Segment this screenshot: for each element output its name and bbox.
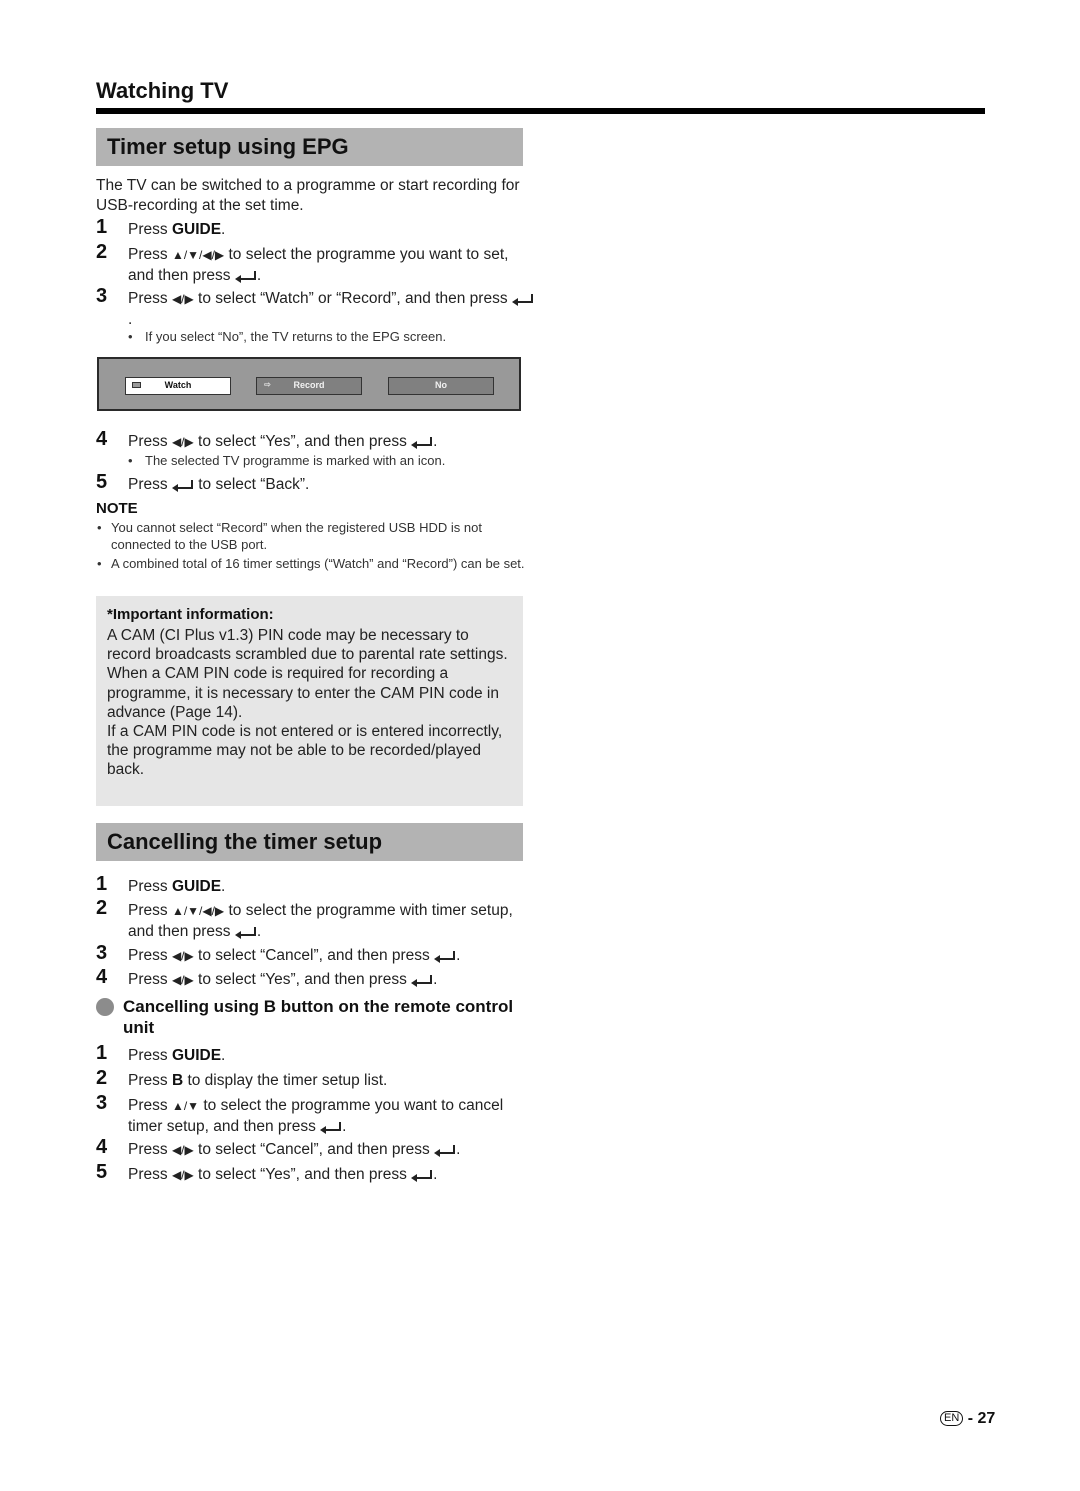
section-title: Cancelling the timer setup	[107, 829, 383, 854]
enter-key-icon	[511, 294, 534, 306]
button-name: GUIDE	[171, 221, 222, 238]
step-text: Press ▲/▼/◀/▶ to select the programme wi…	[128, 902, 513, 940]
arrow-keys-icon: ▲/▼/◀/▶	[171, 248, 225, 262]
enter-key-icon	[411, 437, 433, 449]
enter-key-icon	[234, 926, 257, 939]
step-number: 5	[96, 471, 108, 493]
arrow-keys-icon: ◀/▶	[171, 435, 194, 449]
no-label: No	[435, 380, 447, 390]
step-text: Press GUIDE.	[128, 221, 226, 238]
epg-timer-dialog: Watch ⇨ Record No	[97, 357, 521, 411]
step-number: 4	[96, 966, 108, 988]
enter-key-icon	[234, 270, 257, 283]
watch-button[interactable]: Watch	[125, 377, 231, 395]
step-text: Press ◀/▶ to select “Cancel”, and then p…	[128, 947, 461, 964]
step-number: 1	[96, 216, 108, 238]
page-footer: EN - 27	[940, 1410, 995, 1428]
step-number: 2	[96, 897, 108, 919]
step-text: Press B to display the timer setup list.	[128, 1072, 388, 1089]
step-text: Press to select “Back”.	[128, 476, 310, 493]
button-name: GUIDE	[171, 878, 222, 895]
step-number: 1	[96, 1042, 108, 1064]
step-number: 4	[96, 1136, 108, 1158]
record-label: Record	[293, 380, 325, 390]
step-number: 5	[96, 1161, 108, 1183]
arrow-keys-icon: ▲/▼	[171, 1099, 200, 1113]
arrow-keys-icon: ◀/▶	[171, 1168, 194, 1182]
step-number: 2	[96, 1067, 108, 1089]
chapter-title: Watching TV	[96, 78, 229, 103]
enter-key-icon	[411, 975, 433, 987]
enter-key-icon	[411, 1170, 433, 1182]
step-number: 3	[96, 285, 108, 307]
button-name: GUIDE	[171, 1047, 222, 1064]
record-button[interactable]: ⇨ Record	[256, 377, 362, 395]
step-text: Press GUIDE.	[128, 1047, 226, 1064]
button-name: B	[171, 1072, 184, 1089]
arrow-keys-icon: ◀/▶	[171, 949, 194, 963]
important-info-box: *Important information: A CAM (CI Plus v…	[96, 596, 523, 806]
enter-key-icon	[434, 951, 456, 963]
chapter-rule	[96, 108, 985, 114]
watch-label: Watch	[164, 380, 192, 390]
record-icon: ⇨	[264, 380, 271, 389]
important-info-body: A CAM (CI Plus v1.3) PIN code may be nec…	[107, 627, 508, 779]
note-heading: NOTE	[96, 500, 138, 517]
step-number: 1	[96, 873, 108, 895]
section-header-cancel-timer: Cancelling the timer setup	[96, 823, 523, 861]
section-header-timer-setup: Timer setup using EPG	[96, 128, 523, 166]
note-item: • A combined total of 16 timer settings (…	[97, 556, 525, 571]
step-text: Press ◀/▶ to select “Watch” or “Record”,…	[128, 289, 538, 329]
step-text: Press ◀/▶ to select “Cancel”, and then p…	[128, 1141, 461, 1158]
arrow-keys-icon: ◀/▶	[171, 973, 194, 987]
arrow-keys-icon: ◀/▶	[171, 292, 194, 306]
arrow-keys-icon: ▲/▼/◀/▶	[171, 904, 225, 918]
page-number: 27	[977, 1410, 996, 1427]
step-text: Press ◀/▶ to select “Yes”, and then pres…	[128, 433, 438, 450]
section-title: Timer setup using EPG	[107, 134, 349, 159]
no-button[interactable]: No	[388, 377, 494, 395]
arrow-keys-icon: ◀/▶	[171, 1143, 194, 1157]
intro-paragraph: The TV can be switched to a programme or…	[96, 177, 520, 214]
language-badge: EN	[940, 1411, 964, 1426]
step-text: Press GUIDE.	[128, 878, 226, 895]
step-number: 3	[96, 1092, 108, 1114]
step-number: 2	[96, 241, 108, 263]
step-number: 3	[96, 942, 108, 964]
step-text: Press ▲/▼/◀/▶ to select the programme yo…	[128, 246, 509, 284]
step-text: Press ▲/▼ to select the programme you wa…	[128, 1097, 504, 1135]
step-number: 4	[96, 428, 108, 450]
enter-key-icon	[434, 1145, 456, 1157]
important-info-title: *Important information:	[107, 606, 274, 623]
step-text: Press ◀/▶ to select “Yes”, and then pres…	[128, 971, 438, 988]
enter-key-icon	[320, 1121, 342, 1134]
enter-key-icon	[171, 480, 194, 492]
step-text: Press ◀/▶ to select “Yes”, and then pres…	[128, 1166, 438, 1183]
note-item: • You cannot select “Record” when the reg…	[97, 520, 482, 552]
watch-icon	[132, 382, 141, 388]
bullet-circle-icon	[96, 998, 114, 1016]
